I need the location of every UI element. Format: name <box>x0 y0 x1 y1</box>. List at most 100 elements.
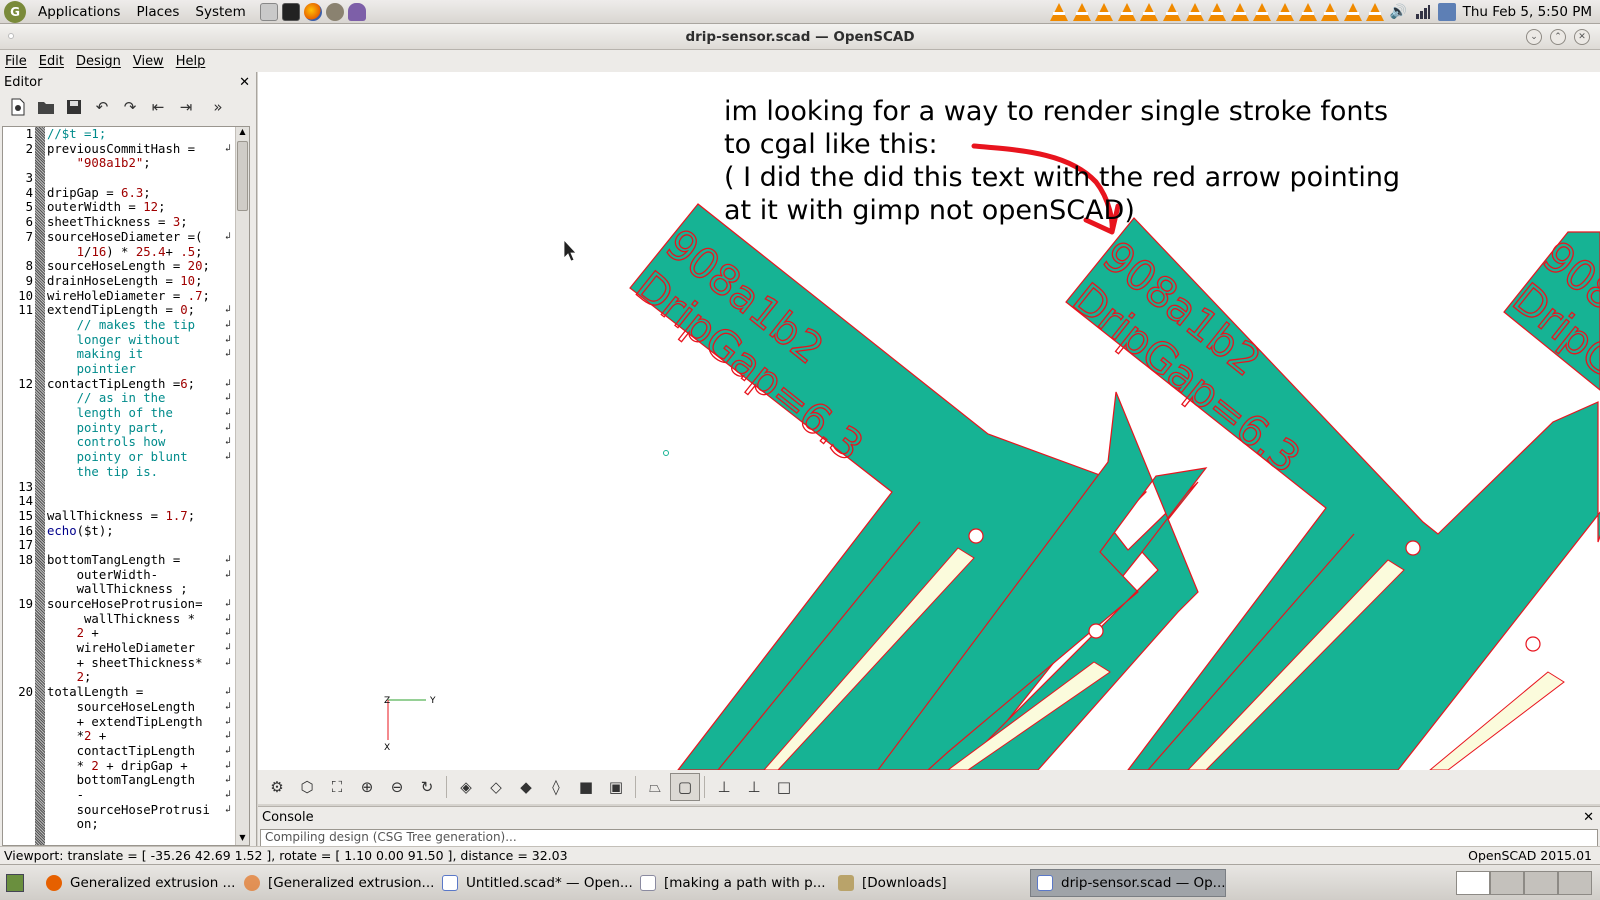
code-line[interactable]: making it ↲ <box>47 347 235 362</box>
terminal-launcher-icon[interactable] <box>281 2 300 21</box>
view-front-icon[interactable]: ■ <box>571 773 601 801</box>
code-line[interactable]: wireHoleDiameter ↲ <box>47 641 235 656</box>
code-line[interactable]: 15 wallThickness = 1.7; <box>18 509 235 524</box>
code-line[interactable]: pointy part, ↲ <box>47 421 235 436</box>
vlc-cone-icon[interactable] <box>1185 3 1204 21</box>
code-line[interactable]: 2; <box>47 670 235 685</box>
code-line[interactable]: 2 previousCommitHash = ↲ <box>26 142 235 157</box>
view-top-icon[interactable]: ◈ <box>451 773 481 801</box>
orthogonal-icon[interactable]: ▢ <box>670 773 700 801</box>
vlc-cone-icon[interactable] <box>1162 3 1181 21</box>
vlc-cone-icon[interactable] <box>1140 3 1159 21</box>
vlc-cone-icon[interactable] <box>1095 3 1114 21</box>
code-line[interactable]: wallThickness * ↲ <box>47 612 235 627</box>
save-file-icon[interactable] <box>60 95 88 119</box>
task-button-firefox-1[interactable]: Generalized extrusion ... <box>40 869 236 897</box>
menu-edit[interactable]: Edit <box>33 54 70 69</box>
code-line[interactable]: * 2 + dripGap + ↲ <box>47 759 235 774</box>
view-left-icon[interactable]: ◆ <box>511 773 541 801</box>
show-desktop-icon[interactable] <box>6 873 24 892</box>
redo-icon[interactable]: ↷ <box>116 95 144 119</box>
code-line[interactable]: 1/16) * 25.4+ .5; <box>47 245 235 260</box>
preview-icon[interactable]: ⚙ <box>262 773 292 801</box>
editor-scrollbar[interactable]: ▲ ▼ <box>235 127 249 845</box>
network-signal-icon[interactable] <box>1414 3 1432 21</box>
new-file-icon[interactable] <box>4 95 32 119</box>
code-line[interactable]: 19 sourceHoseProtrusion= ↲ <box>18 597 235 612</box>
show-edges-icon[interactable]: □ <box>769 773 799 801</box>
applications-menu[interactable]: Applications <box>30 4 128 20</box>
workspace-1[interactable] <box>1456 871 1490 895</box>
vlc-cone-icon[interactable] <box>1343 3 1362 21</box>
task-button-drip-sensor[interactable]: drip-sensor.scad — Op... <box>1030 868 1226 897</box>
view-back-icon[interactable]: ▣ <box>601 773 631 801</box>
firefox-launcher-icon[interactable] <box>303 2 322 21</box>
task-button-firefox-2[interactable]: [Generalized extrusion... <box>238 869 434 897</box>
zoom-in-icon[interactable]: ⊕ <box>352 773 382 801</box>
code-line[interactable]: pointy or blunt ↲ <box>47 450 235 465</box>
window-titlebar[interactable]: drip-sensor.scad — OpenSCAD ⌄ ⌃ ✕ <box>0 24 1600 50</box>
view-all-icon[interactable]: ⛶ <box>322 773 352 801</box>
menu-help[interactable]: Help <box>170 54 212 69</box>
code-line[interactable]: the tip is. <box>47 465 235 480</box>
vlc-cone-icon[interactable] <box>1072 3 1091 21</box>
code-line[interactable]: 10 wireHoleDiameter = .7; <box>18 289 235 304</box>
code-line[interactable]: // makes the tip ↲ <box>47 318 235 333</box>
fold-margin[interactable] <box>35 127 45 845</box>
code-line[interactable]: 8 sourceHoseLength = 20; <box>26 259 235 274</box>
code-line[interactable]: 14 <box>18 494 235 509</box>
workspace-2[interactable] <box>1490 871 1524 895</box>
code-line[interactable]: 16 echo($t); <box>18 524 235 539</box>
code-line[interactable]: 6 sheetThickness = 3; <box>26 215 235 230</box>
screenshot-icon[interactable] <box>1437 3 1456 21</box>
task-button-downloads[interactable]: [Downloads] <box>832 869 1028 897</box>
view-bottom-icon[interactable]: ◇ <box>481 773 511 801</box>
code-line[interactable]: - ↲ <box>47 788 235 803</box>
code-line[interactable]: 5 outerWidth = 12; <box>26 200 235 215</box>
scroll-down-icon[interactable]: ▼ <box>236 833 249 845</box>
reset-view-icon[interactable]: ↻ <box>412 773 442 801</box>
code-line[interactable]: on; <box>47 817 235 832</box>
close-editor-icon[interactable]: ✕ <box>239 75 250 90</box>
code-line[interactable]: // as in the ↲ <box>47 391 235 406</box>
code-line[interactable]: pointier <box>47 362 235 377</box>
code-line[interactable]: longer without ↲ <box>47 333 235 348</box>
render-canvas[interactable]: 908a1b2 DripGap=6.3 908a1b2 DripGap=6.3 … <box>258 72 1600 770</box>
vlc-cone-icon[interactable] <box>1366 3 1385 21</box>
code-line[interactable]: + sheetThickness* ↲ <box>47 656 235 671</box>
gimp-launcher-icon[interactable] <box>325 2 344 21</box>
menu-design[interactable]: Design <box>70 54 127 69</box>
open-file-icon[interactable] <box>32 95 60 119</box>
volume-icon[interactable]: 🔊 <box>1390 3 1408 21</box>
vlc-cone-icon[interactable] <box>1208 3 1227 21</box>
vlc-cone-icon[interactable] <box>1049 3 1068 21</box>
vlc-cone-icon[interactable] <box>1298 3 1317 21</box>
code-line[interactable]: controls how ↲ <box>47 435 235 450</box>
code-line[interactable]: sourceHoseLength ↲ <box>47 700 235 715</box>
code-line[interactable]: 17 <box>18 538 235 553</box>
vlc-cone-icon[interactable] <box>1321 3 1340 21</box>
more-tools-icon[interactable]: » <box>204 95 232 119</box>
code-line[interactable]: 3 <box>26 171 235 186</box>
indent-icon[interactable]: ⇥ <box>172 95 200 119</box>
vlc-cone-icon[interactable] <box>1117 3 1136 21</box>
code-line[interactable]: 20 totalLength = ↲ <box>18 685 235 700</box>
code-line[interactable]: wallThickness ; <box>47 582 235 597</box>
code-line[interactable]: length of the ↲ <box>47 406 235 421</box>
task-button-untitled-scad[interactable]: Untitled.scad* — Open... <box>436 869 632 897</box>
code-text[interactable]: 1 //$t =1; 2 previousCommitHash = ↲ "908a1b2… <box>18 127 235 832</box>
vlc-cone-icon[interactable] <box>1275 3 1294 21</box>
vlc-cone-icon[interactable] <box>1253 3 1272 21</box>
clock[interactable]: Thu Feb 5, 5:50 PM <box>1459 4 1600 20</box>
system-menu[interactable]: System <box>187 4 253 20</box>
code-line[interactable]: 12 contactTipLength =6; ↲ <box>18 377 235 392</box>
menu-view[interactable]: View <box>127 54 170 69</box>
code-line[interactable]: bottomTangLength ↲ <box>47 773 235 788</box>
undo-icon[interactable]: ↶ <box>88 95 116 119</box>
code-line[interactable]: *2 + ↲ <box>47 729 235 744</box>
show-scale-icon[interactable]: ⊥ <box>739 773 769 801</box>
minimize-button[interactable]: ⌄ <box>1526 29 1542 45</box>
scroll-up-icon[interactable]: ▲ <box>236 127 249 139</box>
scrollbar-thumb[interactable] <box>237 141 248 211</box>
code-line[interactable]: + extendTipLength ↲ <box>47 715 235 730</box>
